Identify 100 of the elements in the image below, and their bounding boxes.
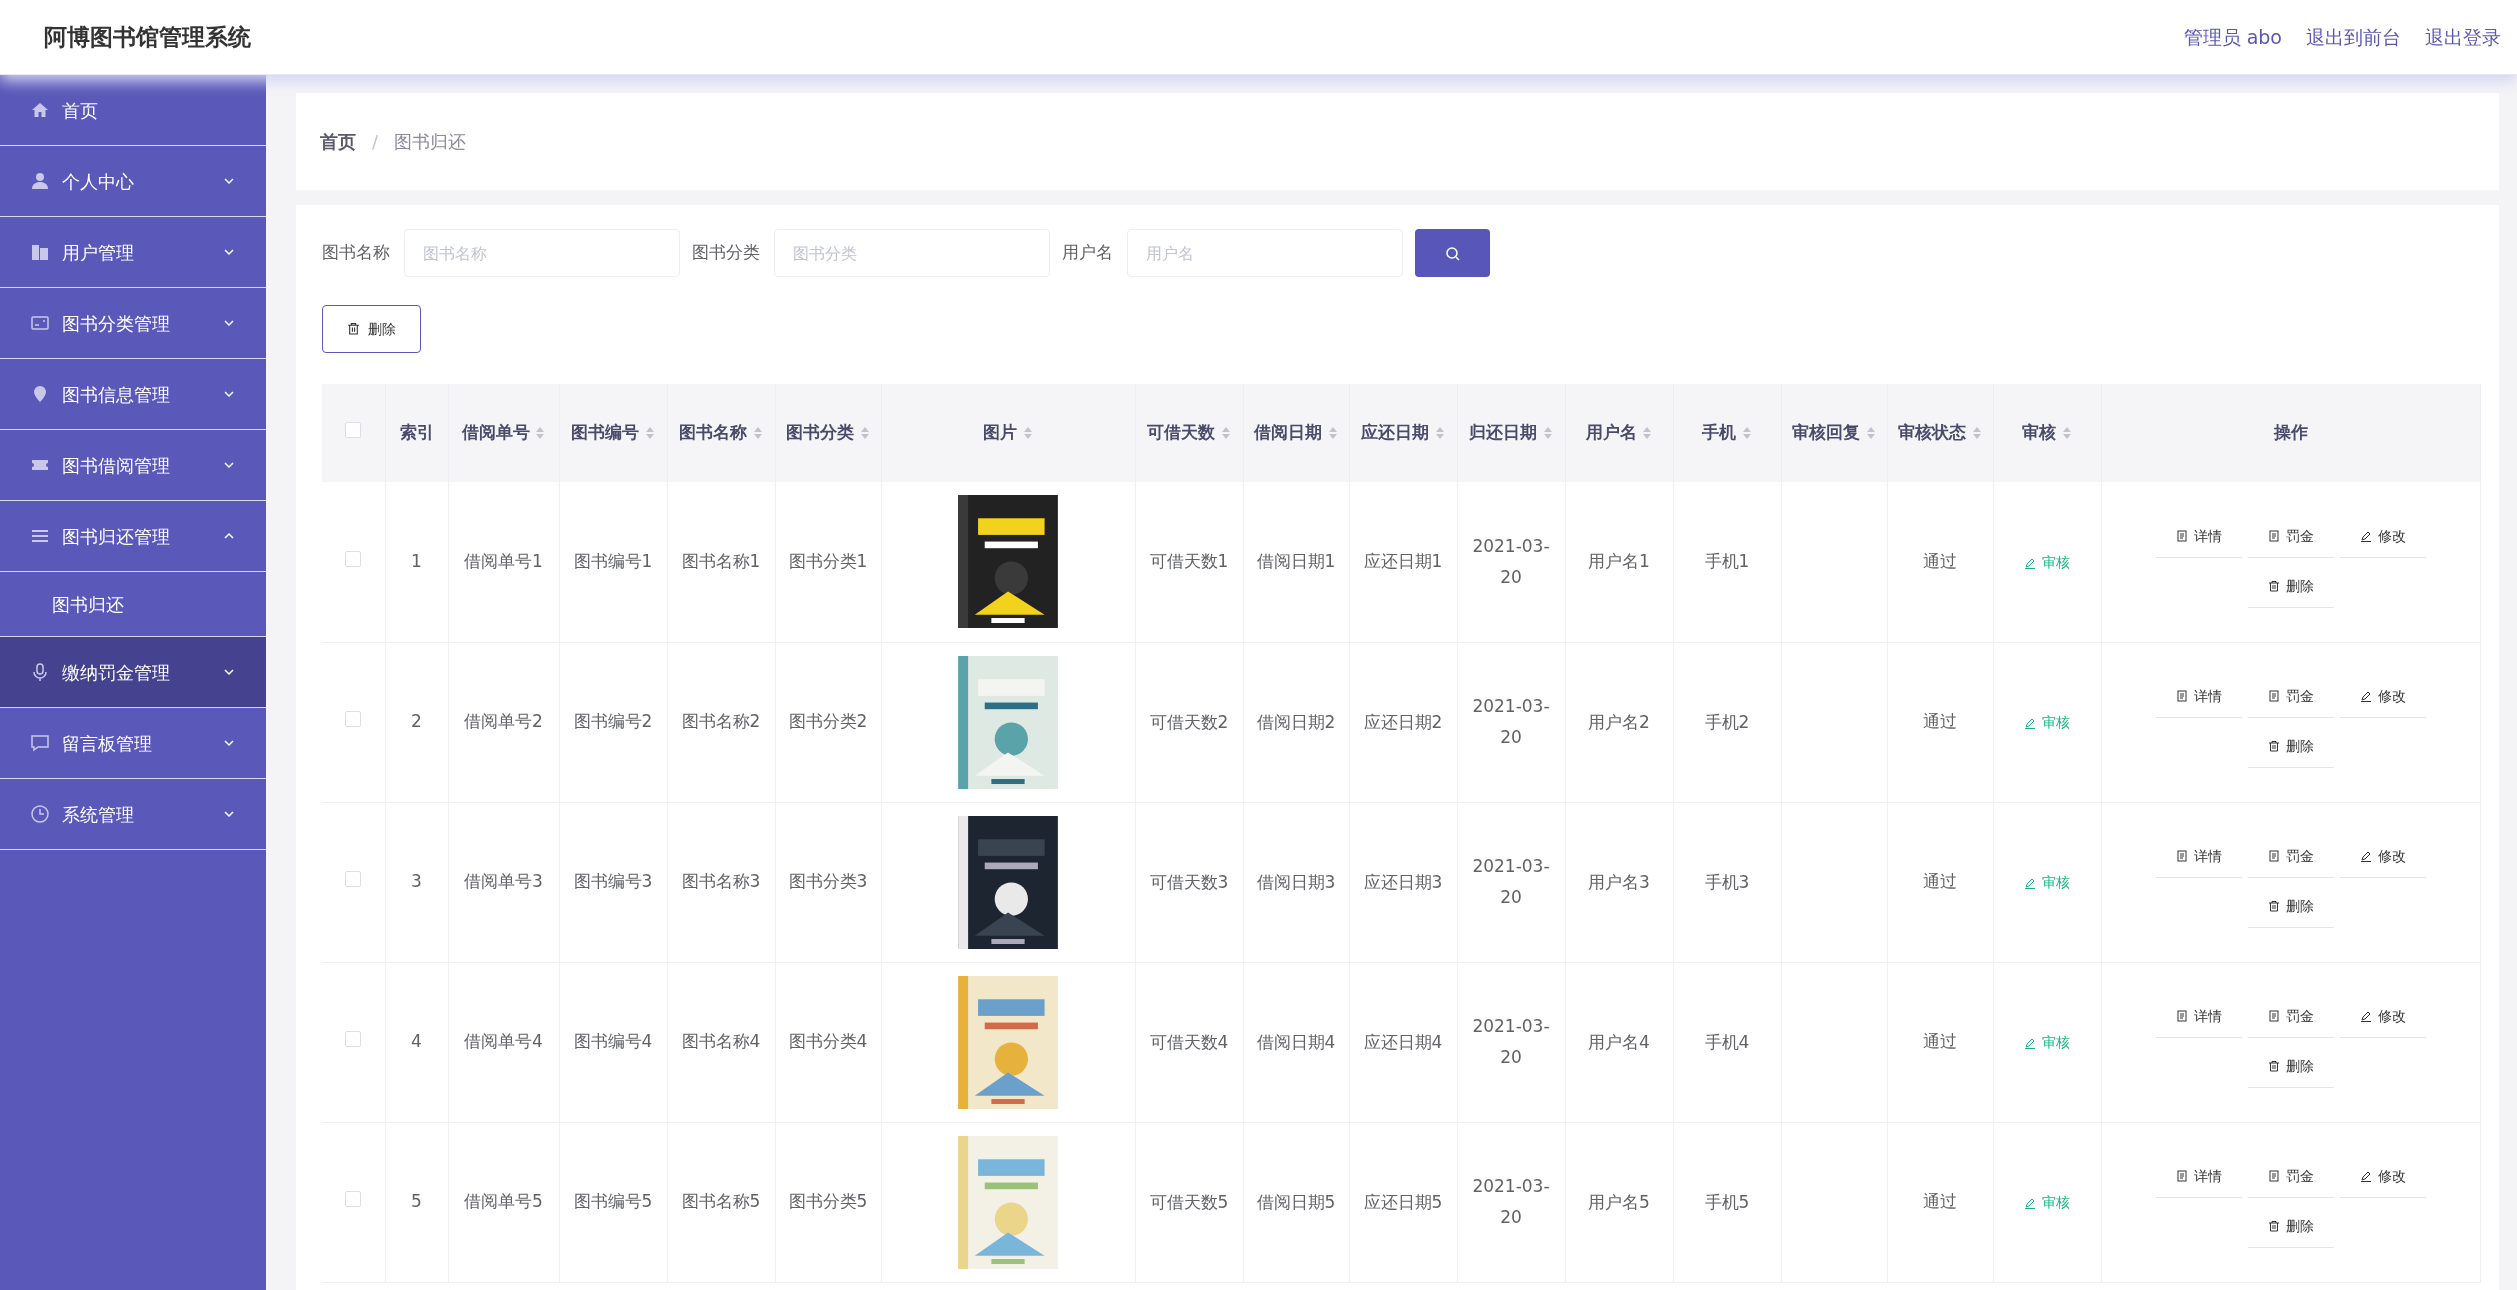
pencil-icon bbox=[2024, 1037, 2036, 1050]
sidebar-item[interactable]: 图书归还管理 bbox=[0, 501, 266, 572]
trash-icon bbox=[2267, 1060, 2280, 1072]
table-cell: 图书名称4 bbox=[681, 1031, 761, 1052]
column-header[interactable]: 操作 bbox=[2273, 422, 2308, 443]
row-checkbox[interactable] bbox=[345, 871, 362, 888]
document-icon bbox=[2175, 1170, 2188, 1182]
column-header[interactable]: 图书编号 bbox=[571, 422, 640, 443]
home-icon bbox=[30, 100, 50, 120]
table-cell-text: 手机5 bbox=[1704, 1190, 1750, 1214]
table-cell-text: 用户名5 bbox=[1588, 1190, 1650, 1214]
table-cell: 图书名称3 bbox=[681, 871, 761, 892]
table-cell: 2 bbox=[411, 711, 422, 732]
table-cell: 图书名称5 bbox=[681, 1191, 761, 1212]
column-header[interactable]: 可借天数 bbox=[1147, 422, 1216, 443]
sidebar-item[interactable]: 系统管理 bbox=[0, 779, 266, 850]
table-cell-text: 2021-03-20 bbox=[1471, 695, 1551, 749]
table-cell-text: 2021-03-20 bbox=[1471, 1015, 1551, 1069]
trash-icon bbox=[2267, 579, 2280, 592]
pencil-icon bbox=[2024, 1197, 2036, 1210]
table-cell-text: 手机3 bbox=[1704, 870, 1750, 894]
document-icon bbox=[2267, 850, 2280, 862]
table-cell-text: 2021-03-20 bbox=[1471, 1175, 1551, 1229]
field-label: 用户名 bbox=[1062, 241, 1113, 265]
search-field[interactable]: 图书名称 bbox=[404, 229, 680, 277]
trash-icon bbox=[2267, 900, 2280, 912]
trash-icon bbox=[2267, 740, 2280, 752]
nav-link[interactable]: 退出到前台 bbox=[2306, 22, 2401, 52]
chat-icon bbox=[30, 733, 50, 753]
nav-link[interactable]: 退出登录 bbox=[2425, 22, 2501, 52]
field-label: 图书名称 bbox=[322, 241, 390, 265]
column-header[interactable]: 审核状态 bbox=[1898, 422, 1967, 443]
table-cell: 图书名称2 bbox=[681, 711, 761, 732]
column-header[interactable]: 审核回复 bbox=[1792, 422, 1861, 443]
sidebar-item[interactable]: 图书信息管理 bbox=[0, 359, 266, 430]
table-cell: 4 bbox=[411, 1031, 422, 1052]
column-header[interactable]: 图片 bbox=[983, 422, 1018, 443]
table-cell: 通过 bbox=[1923, 1191, 1957, 1212]
table-cell: 借阅单号1 bbox=[464, 551, 543, 571]
search-icon bbox=[1444, 245, 1461, 262]
field-label: 图书分类 bbox=[692, 241, 760, 265]
sidebar-item[interactable]: 缴纳罚金管理 bbox=[0, 637, 266, 708]
column-header[interactable]: 应还日期 bbox=[1361, 422, 1430, 443]
row-checkbox[interactable] bbox=[345, 1191, 362, 1208]
table-cell-text: 应还日期5 bbox=[1363, 1190, 1443, 1214]
table-cell-text: 可借天数3 bbox=[1149, 870, 1229, 894]
search-field[interactable]: 图书分类 bbox=[774, 229, 1050, 277]
table-cell-text: 手机1 bbox=[1704, 550, 1750, 574]
document-icon bbox=[2175, 690, 2188, 702]
pencil-icon bbox=[2359, 850, 2372, 862]
select-all-checkbox[interactable] bbox=[345, 422, 362, 439]
user-icon bbox=[30, 171, 50, 191]
column-header[interactable]: 索引 bbox=[399, 422, 434, 443]
table-cell: 图书编号3 bbox=[573, 871, 653, 892]
table-cell-text: 用户名2 bbox=[1588, 710, 1650, 734]
table-cell: 通过 bbox=[1923, 1031, 1957, 1052]
sidebar-item[interactable]: 图书借阅管理 bbox=[0, 430, 266, 501]
clock-icon bbox=[30, 804, 50, 824]
sidebar-item[interactable]: 用户管理 bbox=[0, 217, 266, 288]
delete-button[interactable]: 删除 bbox=[322, 305, 421, 353]
row-checkbox[interactable] bbox=[345, 1031, 362, 1048]
sidebar-item[interactable]: 首页 bbox=[0, 75, 266, 146]
sidebar-item[interactable]: 留言板管理 bbox=[0, 708, 266, 779]
column-header[interactable]: 审核 bbox=[2022, 422, 2057, 443]
table-cell-text: 2021-03-20 bbox=[1471, 535, 1551, 589]
column-header[interactable]: 用户名 bbox=[1585, 422, 1637, 443]
row-checkbox[interactable] bbox=[345, 551, 362, 567]
table-cell: 借阅单号4 bbox=[464, 1031, 543, 1052]
table-cell: 3 bbox=[411, 871, 422, 892]
column-header[interactable]: 归还日期 bbox=[1469, 422, 1538, 443]
search-field[interactable]: 用户名 bbox=[1127, 229, 1403, 277]
app-title: 阿博图书馆管理系统 bbox=[44, 22, 251, 52]
breadcrumb-item[interactable]: 首页 bbox=[320, 128, 356, 155]
sidebar-item[interactable]: 图书分类管理 bbox=[0, 288, 266, 359]
document-icon bbox=[2267, 529, 2280, 542]
table-cell-text: 借阅日期5 bbox=[1256, 1190, 1336, 1214]
table-cell-text: 应还日期4 bbox=[1363, 1030, 1443, 1054]
document-icon bbox=[2175, 850, 2188, 862]
column-header[interactable]: 图书名称 bbox=[679, 422, 748, 443]
table-cell-text: 可借天数1 bbox=[1149, 550, 1229, 574]
sidebar-item[interactable]: 个人中心 bbox=[0, 146, 266, 217]
trash-icon bbox=[347, 321, 360, 335]
pencil-icon bbox=[2359, 690, 2372, 702]
column-header[interactable]: 借阅日期 bbox=[1254, 422, 1323, 443]
search-button[interactable] bbox=[1415, 229, 1490, 277]
row-checkbox[interactable] bbox=[345, 711, 362, 728]
table-cell-text: 可借天数4 bbox=[1149, 1030, 1229, 1054]
admin-link[interactable]: 管理员 abo bbox=[2183, 22, 2282, 52]
pencil-icon bbox=[2024, 557, 2036, 569]
table-cell: 图书编号4 bbox=[573, 1031, 653, 1052]
table-cell: 5 bbox=[411, 1191, 422, 1212]
table-cell-text: 借阅日期4 bbox=[1256, 1030, 1336, 1054]
table-cell-text: 应还日期2 bbox=[1363, 710, 1443, 734]
column-header[interactable]: 借阅单号 bbox=[461, 422, 530, 443]
table-cell: 图书名称1 bbox=[681, 551, 761, 571]
pencil-icon bbox=[2359, 1170, 2372, 1182]
table-cell: 图书分类2 bbox=[788, 711, 868, 732]
table-cell-text: 借阅日期2 bbox=[1256, 710, 1336, 734]
column-header[interactable]: 图书分类 bbox=[786, 422, 855, 443]
column-header[interactable]: 手机 bbox=[1702, 422, 1737, 443]
